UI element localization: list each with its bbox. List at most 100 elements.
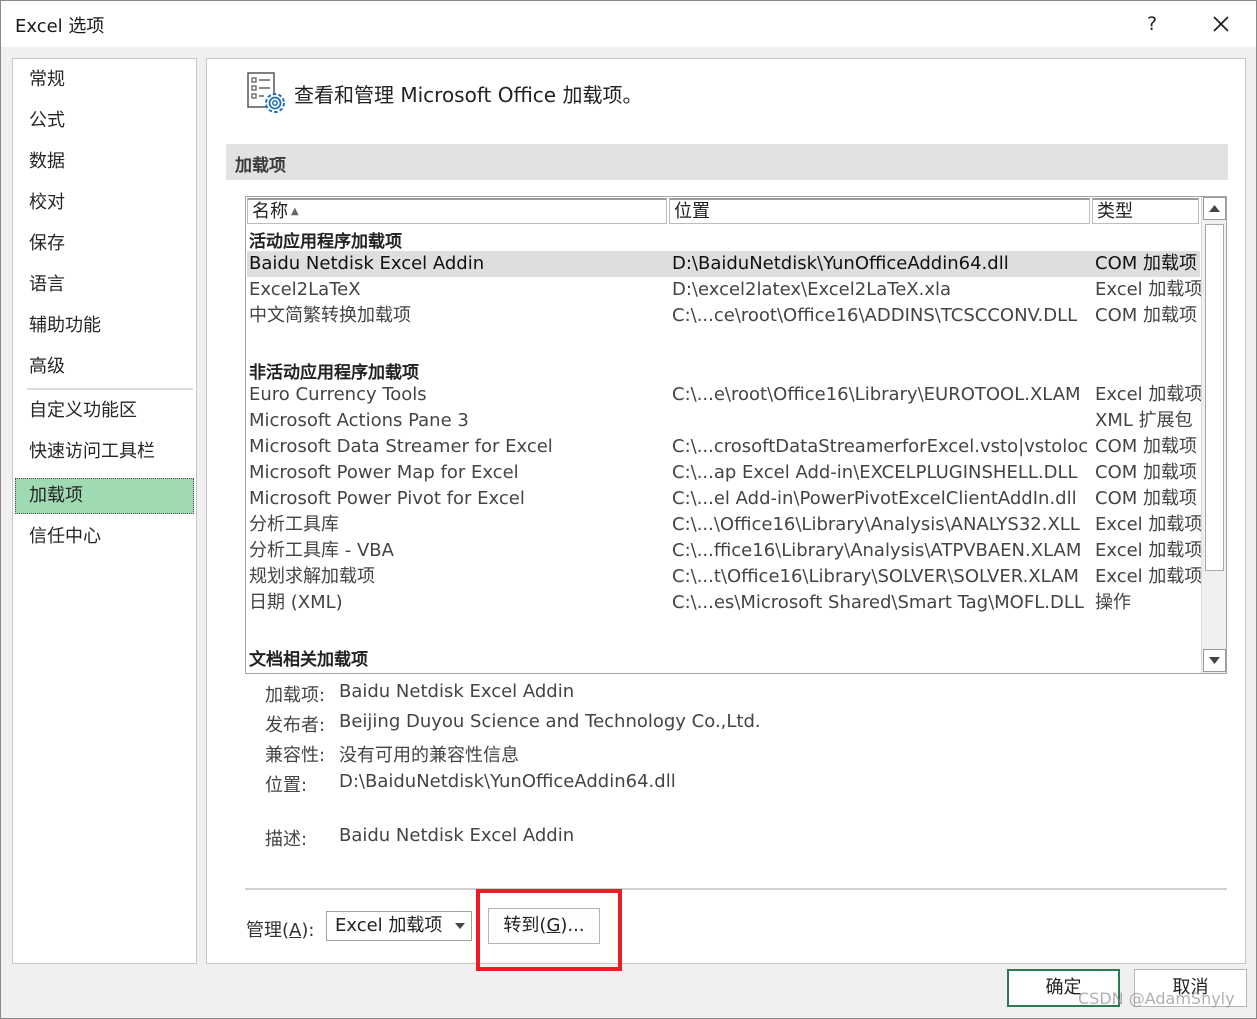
addins-list[interactable]: 名称 ▲ 位置 类型 活动应用程序加载项 Baidu Netdisk Excel … (245, 196, 1227, 674)
dialog-title: Excel 选项 (15, 16, 105, 37)
table-row[interactable]: 中文简繁转换加载项 C:\...ce\root\Office16\ADDINS\… (247, 303, 1200, 329)
row-name: Excel2LaTeX (249, 279, 361, 300)
title-bar: Excel 选项 ? (1, 1, 1256, 47)
detail-desc-label: 描述: (265, 829, 308, 850)
sidebar-item-trust-center[interactable]: 信任中心 (15, 519, 194, 555)
triangle-down-icon (1209, 657, 1220, 664)
scroll-up-button[interactable] (1203, 197, 1226, 220)
row-location: C:\...ce\root\Office16\ADDINS\TCSCCONV.D… (672, 305, 1078, 326)
sidebar-divider (27, 388, 193, 390)
row-location: C:\...ffice16\Library\Analysis\ATPVBAEN.… (672, 540, 1082, 561)
sidebar-item-formulas[interactable]: 公式 (15, 103, 194, 139)
row-type: COM 加载项 (1095, 253, 1197, 274)
list-scrollbar[interactable] (1201, 197, 1226, 673)
group-header-document: 文档相关加载项 (249, 650, 368, 670)
sidebar-item-quick-access-toolbar[interactable]: 快速访问工具栏 (15, 434, 194, 470)
table-row[interactable]: 分析工具库 C:\...\Office16\Library\Analysis\A… (247, 512, 1202, 538)
row-name: Microsoft Actions Pane 3 (249, 410, 469, 431)
sidebar-item-accessibility[interactable]: 辅助功能 (15, 308, 194, 344)
excel-options-dialog: Excel 选项 ? 常规 公式 数据 校对 保存 语言 辅助功能 高级 自定义… (0, 0, 1257, 1019)
help-button[interactable]: ? (1139, 10, 1165, 38)
manage-label: 管理(A): (246, 916, 314, 942)
page-header-text: 查看和管理 Microsoft Office 加载项。 (294, 83, 643, 107)
detail-addin-value: Baidu Netdisk Excel Addin (339, 681, 575, 702)
table-row[interactable]: Excel2LaTeX D:\excel2latex\Excel2LaTeX.x… (247, 277, 1202, 303)
table-row[interactable]: 规划求解加载项 C:\...t\Office16\Library\SOLVER\… (247, 564, 1202, 590)
scroll-thumb[interactable] (1205, 224, 1224, 571)
bottom-divider (245, 888, 1227, 890)
row-type: XML 扩展包 (1095, 410, 1193, 431)
row-name: 日期 (XML) (249, 592, 343, 613)
row-location: C:\...el Add-in\PowerPivotExcelClientAdd… (672, 488, 1077, 509)
addins-panel: 查看和管理 Microsoft Office 加载项。 加载项 名称 ▲ 位置 类… (206, 58, 1246, 964)
sidebar-item-general[interactable]: 常规 (15, 62, 194, 98)
row-name: Baidu Netdisk Excel Addin (249, 253, 485, 274)
row-location: C:\...es\Microsoft Shared\Smart Tag\MOFL… (672, 592, 1084, 613)
row-location: D:\BaiduNetdisk\YunOfficeAddin64.dll (672, 253, 1009, 274)
column-header-name-label: 名称 (252, 201, 288, 222)
row-type: 操作 (1095, 592, 1131, 613)
section-header: 加载项 (226, 144, 1228, 180)
table-row[interactable]: Microsoft Power Map for Excel C:\...ap E… (247, 460, 1200, 486)
row-location: C:\...e\root\Office16\Library\EUROTOOL.X… (672, 384, 1081, 405)
row-location: C:\...\Office16\Library\Analysis\ANALYS3… (672, 514, 1080, 535)
row-name: 分析工具库 - VBA (249, 540, 394, 561)
row-name: Microsoft Data Streamer for Excel (249, 436, 553, 457)
manage-dropdown[interactable]: Excel 加载项 (326, 911, 472, 941)
close-button[interactable] (1207, 10, 1235, 38)
close-icon (1213, 16, 1229, 32)
detail-compat-label: 兼容性: (265, 745, 326, 766)
sidebar-item-advanced[interactable]: 高级 (15, 349, 194, 385)
detail-publisher-value: Beijing Duyou Science and Technology Co.… (339, 711, 761, 732)
column-header-name[interactable]: 名称 ▲ (247, 198, 667, 224)
sidebar-item-data[interactable]: 数据 (15, 144, 194, 180)
detail-publisher-label: 发布者: (265, 715, 326, 736)
row-type: Excel 加载项 (1095, 566, 1203, 587)
row-location: D:\excel2latex\Excel2LaTeX.xla (672, 279, 952, 300)
row-type: Excel 加载项 (1095, 540, 1203, 561)
table-row[interactable]: 日期 (XML) C:\...es\Microsoft Shared\Smart… (247, 590, 1200, 616)
manage-label-prefix: 管理( (246, 920, 290, 941)
row-location: C:\...crosoftDataStreamerforExcel.vsto|v… (672, 436, 1088, 457)
triangle-up-icon (1209, 205, 1220, 212)
sidebar-item-save[interactable]: 保存 (15, 226, 194, 262)
detail-desc-value: Baidu Netdisk Excel Addin (339, 825, 575, 846)
manage-label-suffix: ): (301, 920, 315, 941)
detail-compat-value: 没有可用的兼容性信息 (339, 745, 519, 766)
sidebar-item-customize-ribbon[interactable]: 自定义功能区 (15, 393, 194, 429)
row-type: COM 加载项 (1095, 462, 1197, 483)
detail-location-value: D:\BaiduNetdisk\YunOfficeAddin64.dll (339, 771, 676, 792)
group-header-active: 活动应用程序加载项 (249, 232, 402, 252)
column-header-type[interactable]: 类型 (1092, 198, 1199, 224)
sidebar-item-addins[interactable]: 加载项 (15, 478, 194, 514)
row-type: COM 加载项 (1095, 488, 1197, 509)
section-title: 加载项 (235, 156, 286, 176)
row-name: Euro Currency Tools (249, 384, 427, 405)
row-name: 中文简繁转换加载项 (249, 305, 411, 326)
table-row[interactable]: 分析工具库 - VBA C:\...ffice16\Library\Analys… (247, 538, 1202, 564)
row-location: C:\...ap Excel Add-in\EXCELPLUGINSHELL.D… (672, 462, 1078, 483)
chevron-down-icon (455, 923, 465, 929)
manage-dropdown-value: Excel 加载项 (335, 915, 443, 936)
table-row[interactable]: Baidu Netdisk Excel Addin D:\BaiduNetdis… (247, 251, 1200, 277)
sidebar-item-proofing[interactable]: 校对 (15, 185, 194, 221)
detail-addin-label: 加载项: (265, 685, 326, 706)
row-type: COM 加载项 (1095, 305, 1197, 326)
row-type: Excel 加载项 (1095, 514, 1203, 535)
row-name: 分析工具库 (249, 514, 339, 535)
detail-location-label: 位置: (265, 775, 308, 796)
row-name: Microsoft Power Map for Excel (249, 462, 519, 483)
scroll-down-button[interactable] (1203, 649, 1226, 672)
column-header-location[interactable]: 位置 (669, 198, 1090, 224)
watermark: CSDN @AdamShyly (1078, 989, 1235, 1008)
manage-label-accesskey: A (289, 920, 302, 941)
table-row[interactable]: Microsoft Actions Pane 3 XML 扩展包 (247, 408, 1200, 434)
row-name: Microsoft Power Pivot for Excel (249, 488, 525, 509)
sidebar-item-language[interactable]: 语言 (15, 267, 194, 303)
table-row[interactable]: Euro Currency Tools C:\...e\root\Office1… (247, 382, 1202, 408)
addins-gear-icon (247, 72, 285, 113)
group-header-inactive: 非活动应用程序加载项 (249, 363, 419, 383)
row-type: COM 加载项 (1095, 436, 1197, 457)
table-row[interactable]: Microsoft Power Pivot for Excel C:\...el… (247, 486, 1200, 512)
table-row[interactable]: Microsoft Data Streamer for Excel C:\...… (247, 434, 1200, 460)
